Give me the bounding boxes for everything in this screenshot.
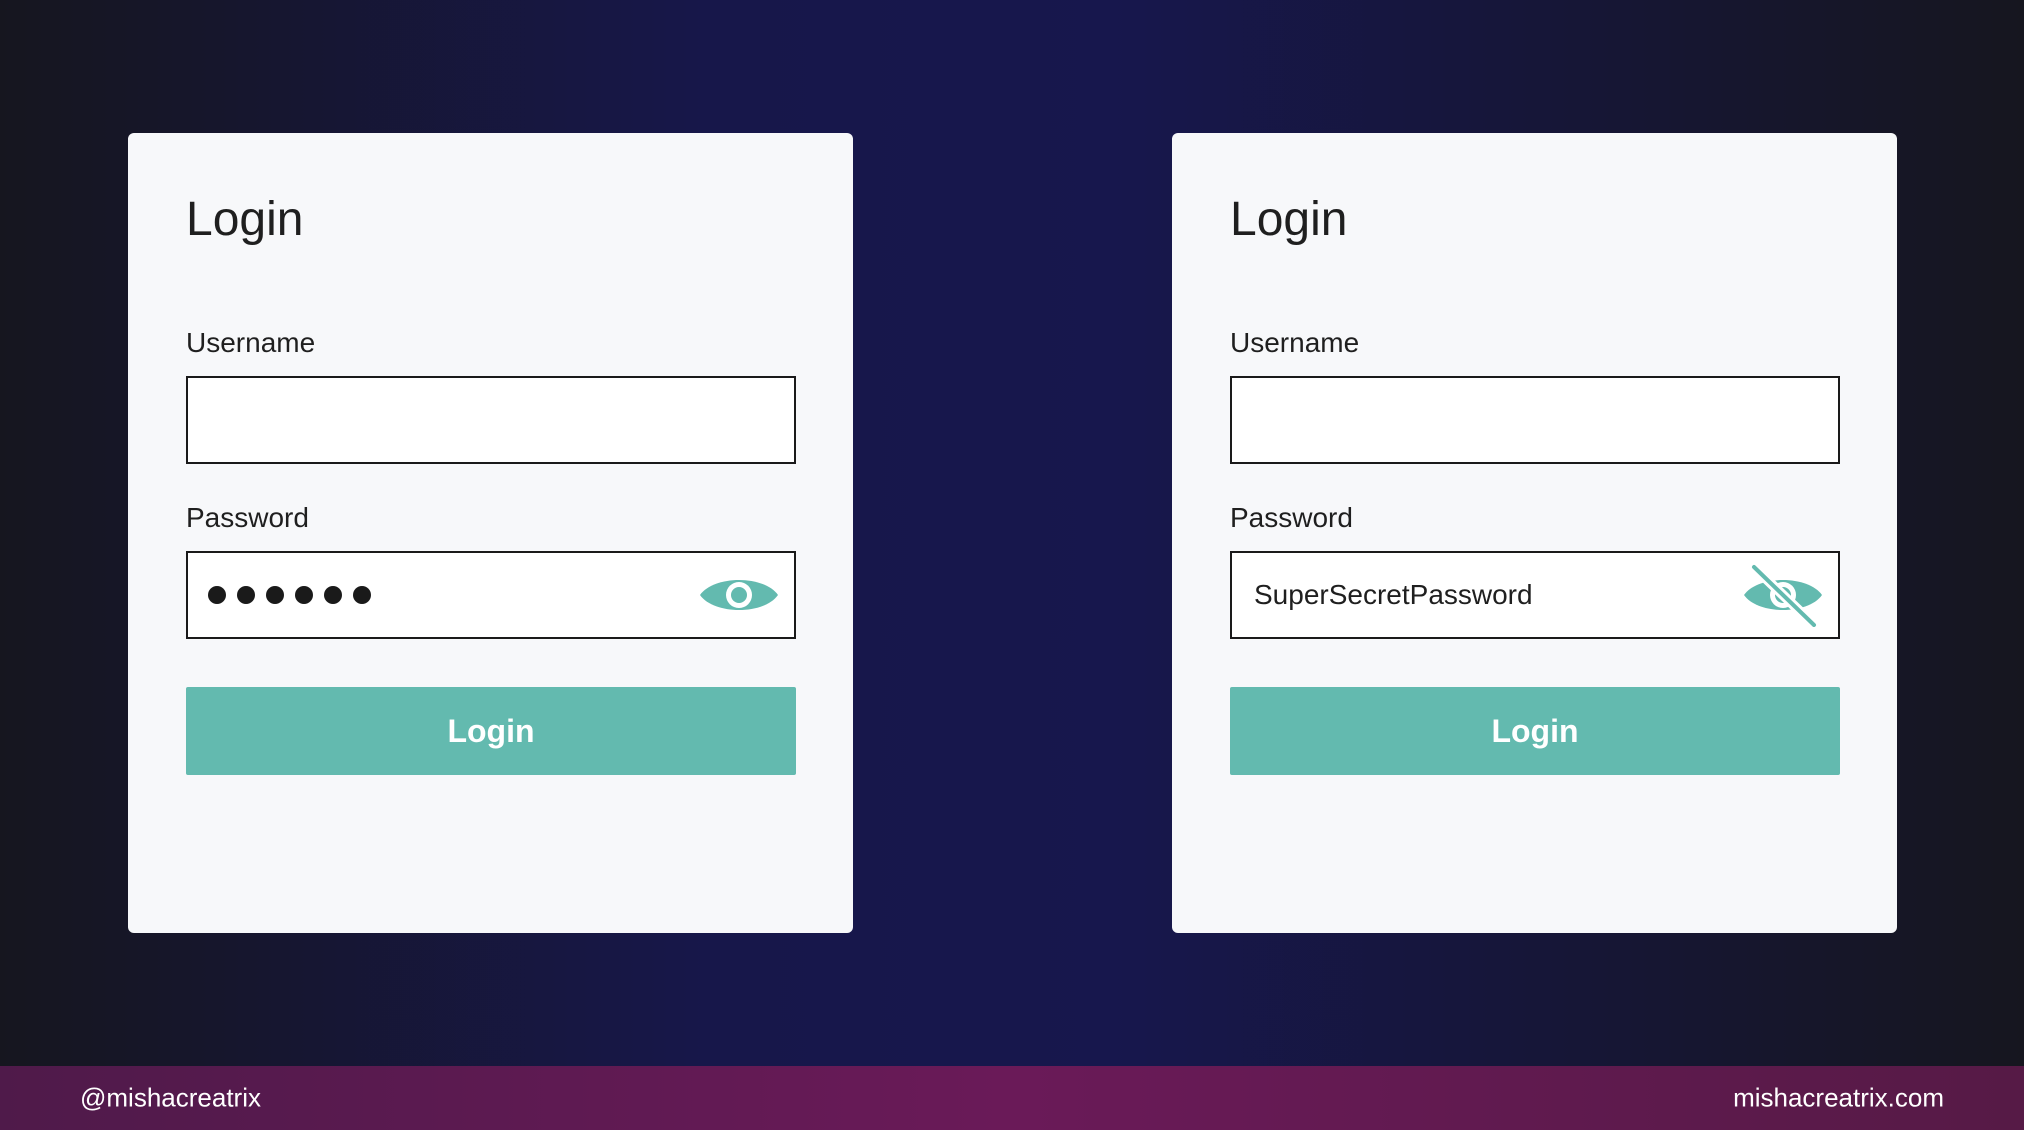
password-dot bbox=[266, 586, 284, 604]
eye-icon[interactable] bbox=[698, 563, 780, 627]
login-button[interactable]: Login bbox=[1230, 687, 1840, 775]
password-label: Password bbox=[186, 502, 309, 533]
username-input[interactable] bbox=[186, 376, 796, 464]
password-dot bbox=[295, 586, 313, 604]
login-card-password-hidden: Login Username Password Login bbox=[128, 133, 853, 933]
password-dot bbox=[324, 586, 342, 604]
password-mask bbox=[208, 586, 371, 604]
username-label: Username bbox=[186, 327, 316, 358]
password-dot bbox=[353, 586, 371, 604]
password-label: Password bbox=[1230, 502, 1353, 533]
login-title: Login bbox=[1230, 193, 1348, 246]
password-input[interactable] bbox=[186, 551, 796, 639]
username-label: Username bbox=[1230, 327, 1360, 358]
footer-bar: @mishacreatrix mishacreatrix.com bbox=[0, 1066, 2024, 1130]
password-dot bbox=[237, 586, 255, 604]
website-link[interactable]: mishacreatrix.com bbox=[1733, 1083, 1944, 1114]
eye-slash-icon[interactable] bbox=[1742, 563, 1824, 627]
social-handle: @mishacreatrix bbox=[80, 1082, 261, 1113]
password-input[interactable]: SuperSecretPassword bbox=[1230, 551, 1840, 639]
login-button[interactable]: Login bbox=[186, 687, 796, 775]
password-value: SuperSecretPassword bbox=[1254, 579, 1533, 610]
login-title: Login bbox=[186, 193, 304, 246]
username-input[interactable] bbox=[1230, 376, 1840, 464]
password-dot bbox=[208, 586, 226, 604]
login-card-password-visible: Login Username Password SuperSecretPassw… bbox=[1172, 133, 1897, 933]
